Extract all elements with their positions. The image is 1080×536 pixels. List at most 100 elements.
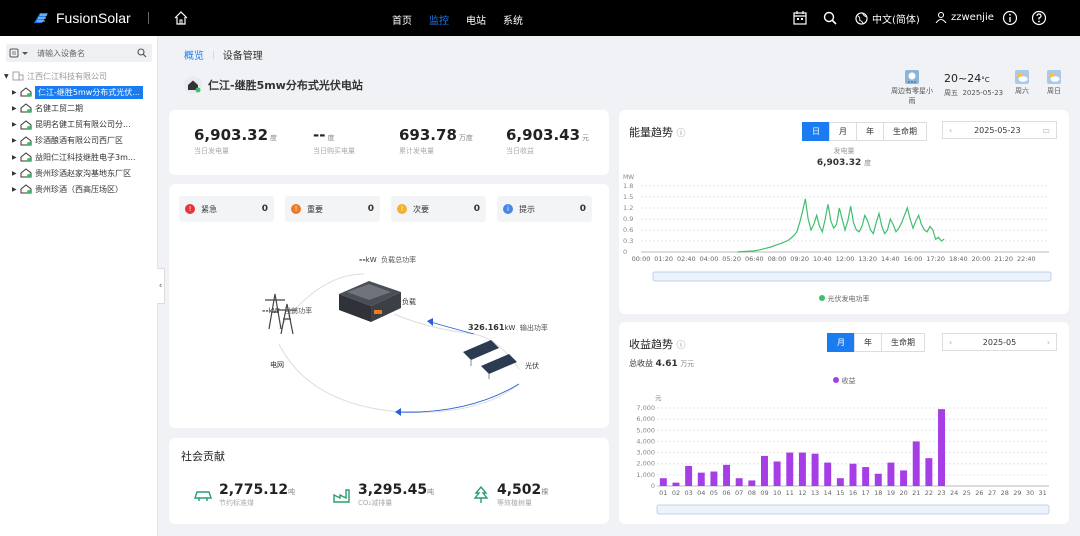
revenue-date-picker[interactable]: ‹ 2025-05 › bbox=[942, 333, 1057, 351]
nav-item-plants[interactable]: 电站 bbox=[466, 12, 486, 27]
x-tick-label: 06 bbox=[722, 489, 730, 497]
contrib-trees: 4,502棵 等效植树量 bbox=[471, 482, 548, 508]
alarm-minor[interactable]: ! 次要 0 bbox=[391, 196, 486, 222]
alarm-critical[interactable]: ! 紧急 0 bbox=[179, 196, 274, 222]
period-year[interactable]: 年 bbox=[854, 333, 882, 352]
load-power-value: -- bbox=[359, 255, 366, 264]
kpi-value: 6,903.43 bbox=[506, 126, 581, 144]
next-date-icon[interactable]: › bbox=[1047, 338, 1050, 347]
prev-date-icon[interactable]: ‹ bbox=[949, 338, 952, 347]
kpi-daily-revenue: 6,903.43 元 当日收益 bbox=[506, 126, 589, 156]
calendar-icon[interactable] bbox=[792, 10, 808, 26]
period-lifetime[interactable]: 生命期 bbox=[883, 122, 927, 141]
kpi-value: 6,903.32 bbox=[194, 126, 269, 144]
expand-arrow-icon[interactable]: ▶ bbox=[12, 105, 20, 112]
tree-item-plant[interactable]: ▶ 仁江-继胜5mw分布式光伏... bbox=[4, 84, 156, 100]
tree-item-plant[interactable]: ▶ 名健工贸二期 bbox=[4, 100, 156, 116]
x-tick-label: 07 bbox=[735, 489, 743, 497]
tree-item-plant[interactable]: ▶ 珍酒酿酒有限公司西厂区 bbox=[4, 133, 156, 149]
language-selector[interactable]: 中文(简体) bbox=[855, 11, 920, 26]
y-axis-label: MW bbox=[623, 174, 634, 181]
alarm-critical-icon: ! bbox=[185, 204, 195, 214]
revenue-bar bbox=[811, 453, 819, 486]
y-tick-label: 1.8 bbox=[623, 182, 633, 190]
x-tick-label: 23 bbox=[937, 489, 945, 497]
contrib-label: CO₂减排量 bbox=[358, 499, 393, 507]
prev-date-icon[interactable]: ‹ bbox=[949, 126, 952, 135]
period-day[interactable]: 日 bbox=[802, 122, 830, 141]
alarm-label: 紧急 bbox=[201, 204, 217, 214]
x-tick-label: 14 bbox=[824, 489, 832, 497]
x-tick-label: 22 bbox=[925, 489, 933, 497]
nav-item-system[interactable]: 系统 bbox=[503, 12, 523, 27]
period-lifetime[interactable]: 生命期 bbox=[881, 333, 925, 352]
nav-item-home[interactable]: 首页 bbox=[392, 12, 412, 27]
expand-arrow-icon[interactable]: ▶ bbox=[12, 186, 20, 193]
x-tick-label: 03 bbox=[684, 489, 692, 497]
x-tick-label: 00:00 bbox=[632, 255, 651, 263]
weather-temp-block: 20~24°C 周五 2025-05-23 bbox=[944, 70, 1003, 98]
tree-item-plant[interactable]: ▶ 昆明名健工贸有限公司分... bbox=[4, 117, 156, 133]
alarm-major[interactable]: ! 重要 0 bbox=[285, 196, 380, 222]
tab-overview[interactable]: 概览 bbox=[184, 47, 204, 62]
y-tick-label: 1.2 bbox=[623, 204, 633, 212]
load-power-caption: 负载总功率 bbox=[381, 256, 417, 264]
tree-item-plant[interactable]: ▶ 贵州珍酒（西高压场区） bbox=[4, 181, 156, 197]
x-tick-label: 13:20 bbox=[858, 255, 877, 263]
search-icon[interactable] bbox=[137, 48, 147, 58]
period-month[interactable]: 月 bbox=[827, 333, 855, 352]
collapse-arrow-icon[interactable]: ▼ bbox=[4, 73, 12, 80]
weather-today: 周边有零星小雨 bbox=[888, 70, 936, 106]
device-search-input[interactable]: 请输入设备名 bbox=[37, 48, 85, 59]
tree-item-plant[interactable]: ▶ 益阳仁江科技继胜电子3m... bbox=[4, 149, 156, 165]
y-tick-label: 0 bbox=[651, 482, 655, 490]
period-year[interactable]: 年 bbox=[856, 122, 884, 141]
grid-power-value: -- bbox=[262, 306, 269, 315]
energy-total-value: 6,903.32 bbox=[816, 158, 862, 168]
grid-power-unit: kW bbox=[268, 307, 280, 315]
user-menu[interactable]: zzwenjie bbox=[935, 11, 994, 23]
expand-arrow-icon[interactable]: ▶ bbox=[12, 154, 20, 161]
x-tick-label: 08:00 bbox=[768, 255, 787, 263]
kpi-value: -- bbox=[313, 126, 326, 144]
tab-device-management[interactable]: 设备管理 bbox=[223, 47, 263, 62]
alarm-warning[interactable]: i 提示 0 bbox=[497, 196, 592, 222]
sidebar-collapse-toggle[interactable]: ‹ bbox=[157, 268, 165, 304]
tree-root[interactable]: ▼ 江西仁江科技有限公司 bbox=[4, 68, 156, 84]
expand-arrow-icon[interactable]: ▶ bbox=[12, 170, 20, 177]
search-icon[interactable] bbox=[822, 10, 838, 26]
kpi-unit: 元 bbox=[582, 134, 590, 142]
info-icon[interactable] bbox=[1002, 10, 1018, 26]
y-tick-label: 0.9 bbox=[623, 215, 633, 223]
filter-dropdown-icon[interactable] bbox=[9, 48, 31, 58]
tree-item-label: 仁江-继胜5mw分布式光伏... bbox=[35, 85, 143, 99]
expand-arrow-icon[interactable]: ▶ bbox=[12, 89, 20, 96]
revenue-trend-card: 收益趋势 ⓘ 月 年 生命期 ‹ 2025-05 › 总收益 4.61 万元 收… bbox=[619, 322, 1069, 524]
home-icon[interactable] bbox=[173, 10, 189, 26]
y-tick-label: 1.5 bbox=[623, 193, 633, 201]
tree-item-plant[interactable]: ▶ 贵州珍酒赵家沟基地东厂区 bbox=[4, 165, 156, 181]
energy-date-picker[interactable]: ‹ 2025-05-23 ▭ bbox=[942, 121, 1057, 139]
app-logo[interactable]: FusionSolar bbox=[32, 9, 131, 27]
x-tick-label: 18:40 bbox=[949, 255, 968, 263]
kpi-daily-yield: 6,903.32 度 当日发电量 bbox=[194, 126, 277, 156]
expand-arrow-icon[interactable]: ▶ bbox=[12, 137, 20, 144]
load-building-icon bbox=[339, 281, 401, 322]
series-line-pv-power bbox=[737, 198, 945, 253]
device-search-box[interactable]: 请输入设备名 bbox=[6, 44, 152, 62]
x-tick-label: 26 bbox=[975, 489, 983, 497]
calendar-icon[interactable]: ▭ bbox=[1042, 126, 1050, 135]
x-tick-label: 08 bbox=[748, 489, 756, 497]
weather-description: 周边有零星小雨 bbox=[891, 87, 933, 105]
username: zzwenjie bbox=[951, 11, 994, 23]
contrib-value: 4,502 bbox=[497, 482, 542, 498]
expand-arrow-icon[interactable]: ▶ bbox=[12, 121, 20, 128]
legend-swatch bbox=[818, 295, 825, 301]
social-title: 社会贡献 bbox=[181, 450, 225, 463]
help-icon[interactable] bbox=[1031, 10, 1047, 26]
nav-item-monitor[interactable]: 监控 bbox=[429, 12, 449, 27]
tree-item-label: 益阳仁江科技继胜电子3m... bbox=[35, 152, 136, 162]
language-label: 中文(简体) bbox=[872, 15, 920, 26]
x-tick-label: 20 bbox=[899, 489, 907, 497]
period-month[interactable]: 月 bbox=[829, 122, 857, 141]
